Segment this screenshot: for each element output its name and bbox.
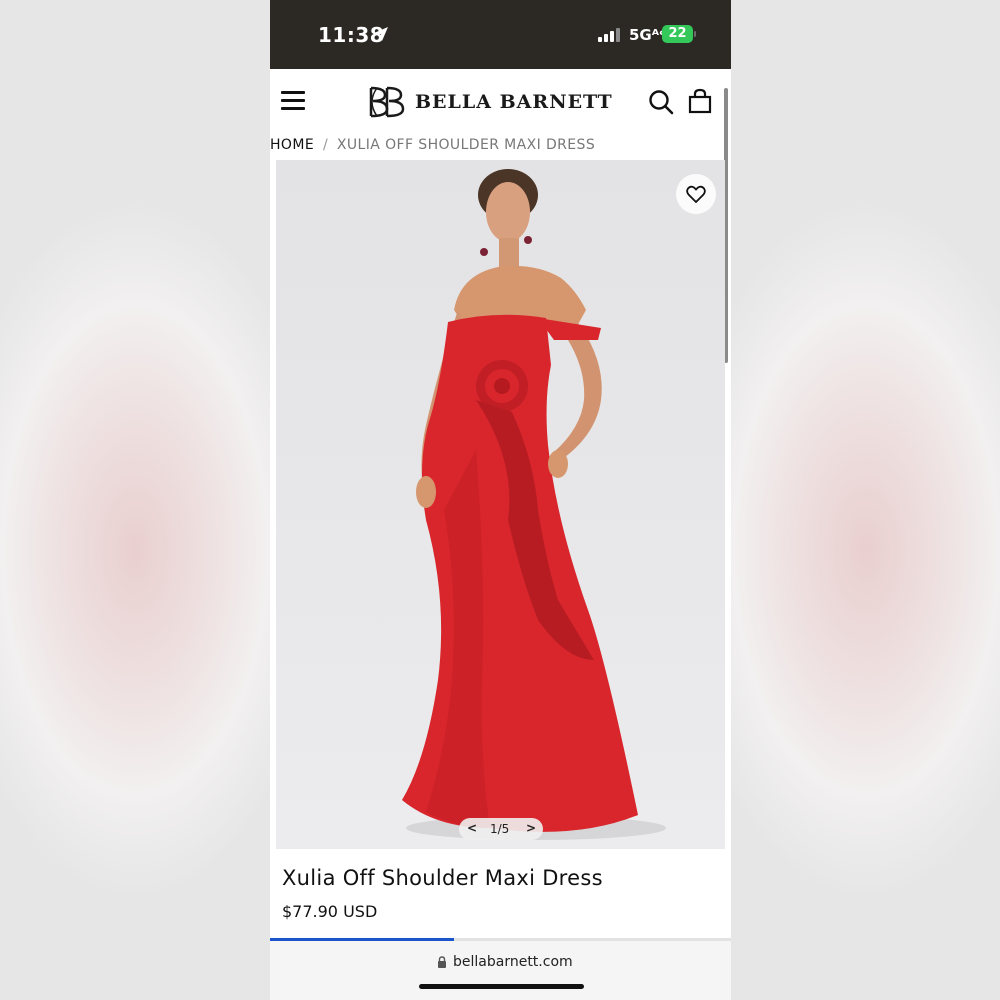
gallery-next-button[interactable]: > xyxy=(526,821,536,835)
location-arrow-icon xyxy=(374,27,388,41)
product-price: $77.90 USD xyxy=(282,902,378,921)
brand-logo[interactable]: BELLA BARNETT xyxy=(365,85,613,119)
product-title: Xulia Off Shoulder Maxi Dress xyxy=(282,866,603,890)
brand-name: BELLA BARNETT xyxy=(415,91,613,113)
site-header: BELLA BARNETT xyxy=(270,69,731,135)
bag-icon[interactable] xyxy=(688,88,712,114)
gallery-counter: 1/5 xyxy=(490,822,510,836)
lock-icon xyxy=(438,956,446,968)
browser-url[interactable]: bellabarnett.com xyxy=(453,954,573,970)
breadcrumb-current: XULIA OFF SHOULDER MAXI DRESS xyxy=(336,137,596,153)
battery-level: 22 xyxy=(668,26,687,41)
wishlist-button[interactable] xyxy=(676,174,716,214)
search-icon[interactable] xyxy=(648,89,674,115)
network-label: 5Gᴬᶜ xyxy=(629,26,666,44)
gallery-pager: < 1/5 > xyxy=(459,818,543,840)
breadcrumb-separator: / xyxy=(322,137,329,153)
gallery-prev-button[interactable]: < xyxy=(467,821,477,835)
background-left xyxy=(0,0,270,1000)
heart-icon xyxy=(686,185,706,203)
phone-screen: 11:38 5Gᴬᶜ 22 BELLA BARNETT HOME / XULIA… xyxy=(270,0,731,1000)
browser-address-bar[interactable]: bellabarnett.com xyxy=(270,941,731,1000)
breadcrumb: HOME / XULIA OFF SHOULDER MAXI DRESS xyxy=(270,137,595,153)
product-image[interactable]: < 1/5 > xyxy=(276,160,725,849)
menu-icon[interactable] xyxy=(281,91,305,111)
brand-logo-icon xyxy=(369,86,405,118)
product-photo xyxy=(402,169,666,840)
breadcrumb-home[interactable]: HOME xyxy=(270,137,314,153)
status-bar: 11:38 5Gᴬᶜ 22 xyxy=(270,0,731,69)
battery-icon: 22 xyxy=(662,25,693,43)
home-indicator[interactable] xyxy=(419,984,584,989)
battery-tip xyxy=(694,31,696,37)
background-right xyxy=(731,0,1000,1000)
signal-icon xyxy=(598,28,620,42)
